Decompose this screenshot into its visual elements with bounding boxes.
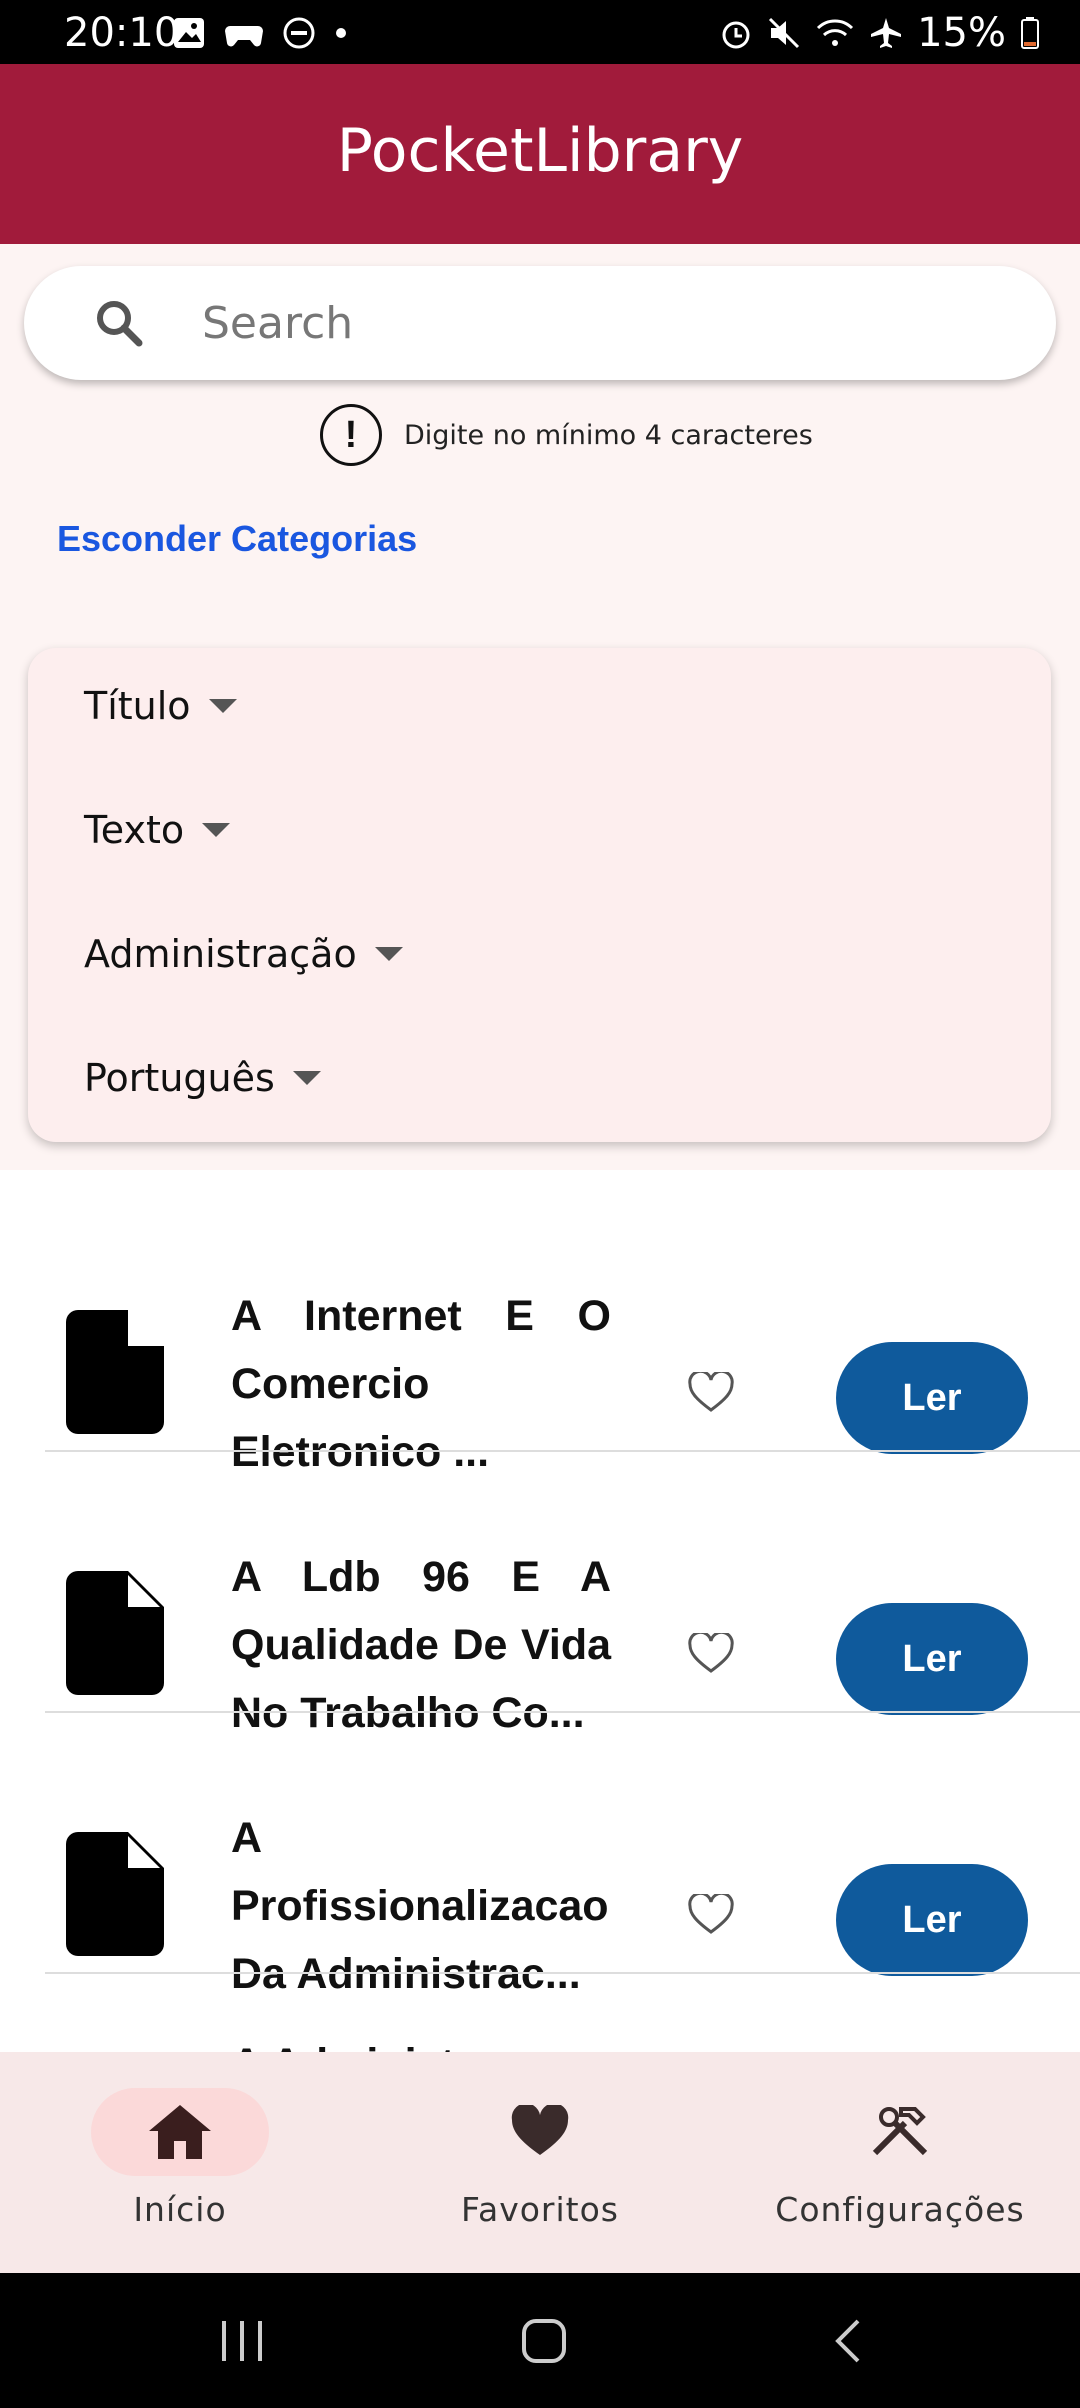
divider: [45, 1711, 1080, 1713]
battery-icon: [1021, 17, 1039, 49]
divider: [45, 1972, 1080, 1974]
game-icon: [225, 26, 263, 47]
filter-dropdown-language[interactable]: Português: [84, 1056, 321, 1100]
alarm-icon: [722, 21, 750, 49]
dropdown-arrow-icon: [292, 1071, 321, 1085]
nav-icon-container: [451, 2088, 629, 2176]
home-button-icon[interactable]: [520, 2317, 568, 2365]
nav-item-favorites[interactable]: Favoritos: [390, 2088, 690, 2229]
recent-apps-icon[interactable]: [218, 2319, 266, 2363]
book-list-item[interactable]: A Internet E O Comercio Eletronico ... L…: [0, 1192, 1080, 1476]
hint-text: Digite no mínimo 4 caracteres: [404, 419, 813, 451]
dropdown-arrow-icon: [202, 823, 231, 837]
airplane-icon: [871, 18, 902, 48]
book-list-item[interactable]: A Profissionalizacao Da Administrac... L…: [0, 1714, 1080, 1998]
search-bar[interactable]: Search: [24, 266, 1056, 380]
filter-label: Texto: [84, 808, 185, 852]
filter-label: Título: [84, 684, 191, 728]
filter-dropdown-type[interactable]: Texto: [84, 808, 231, 852]
nav-label: Início: [133, 2190, 227, 2229]
favorite-heart-icon[interactable]: [688, 1630, 734, 1680]
nav-active-indicator: [91, 2088, 269, 2176]
filter-dropdown-title[interactable]: Título: [84, 684, 237, 728]
status-time: 20:10: [64, 10, 180, 56]
document-icon: [66, 1832, 164, 1961]
document-icon: [66, 1571, 164, 1700]
search-input[interactable]: Search: [202, 298, 353, 349]
mute-icon: [769, 17, 800, 49]
filter-label: Administração: [84, 932, 357, 976]
status-bar: 20:10 15%: [0, 0, 1080, 64]
search-hint: ! Digite no mínimo 4 caracteres: [320, 404, 813, 466]
book-title: A Profissionalizacao Da Administrac...: [231, 1814, 609, 1998]
divider: [45, 1450, 1080, 1452]
bottom-navigation: Início Favoritos Configurações: [0, 2052, 1080, 2273]
battery-percent: 15%: [917, 10, 1006, 56]
nav-item-home[interactable]: Início: [30, 2088, 330, 2229]
home-icon: [149, 2105, 211, 2159]
hide-categories-link[interactable]: Esconder Categorias: [57, 518, 417, 560]
dropdown-arrow-icon: [208, 699, 237, 713]
heart-icon: [511, 2105, 569, 2155]
app-bar: PocketLibrary: [0, 64, 1080, 244]
book-list-item[interactable]: A Ldb 96 E A Qualidade De Vida No Trabal…: [0, 1453, 1080, 1737]
favorite-heart-icon[interactable]: [688, 1891, 734, 1941]
document-icon: [66, 1310, 164, 1439]
tools-icon: [872, 2107, 928, 2156]
favorite-heart-icon[interactable]: [688, 1369, 734, 1419]
app-title: PocketLibrary: [336, 116, 744, 186]
filter-dropdown-area[interactable]: Administração: [84, 932, 403, 976]
read-button[interactable]: Ler: [836, 1342, 1028, 1454]
read-button[interactable]: Ler: [836, 1603, 1028, 1715]
system-navigation-bar: [0, 2273, 1080, 2408]
dropdown-arrow-icon: [374, 947, 403, 961]
nav-icon-container: [811, 2088, 989, 2176]
nav-item-settings[interactable]: Configurações: [750, 2088, 1050, 2229]
category-filter-card: Título Texto Administração Português: [28, 648, 1051, 1142]
dnd-icon: [283, 17, 315, 49]
wifi-icon: [817, 19, 854, 46]
gallery-icon: [174, 18, 204, 48]
back-icon[interactable]: [830, 2317, 866, 2365]
read-button[interactable]: Ler: [836, 1864, 1028, 1976]
nav-label: Favoritos: [461, 2190, 619, 2229]
dot-icon: [336, 28, 346, 38]
notification-icons: [172, 16, 348, 50]
warning-icon: !: [320, 404, 382, 466]
nav-label: Configurações: [775, 2190, 1025, 2229]
system-icons: 15%: [719, 10, 1040, 56]
search-icon: [94, 298, 144, 353]
filter-label: Português: [84, 1056, 275, 1100]
